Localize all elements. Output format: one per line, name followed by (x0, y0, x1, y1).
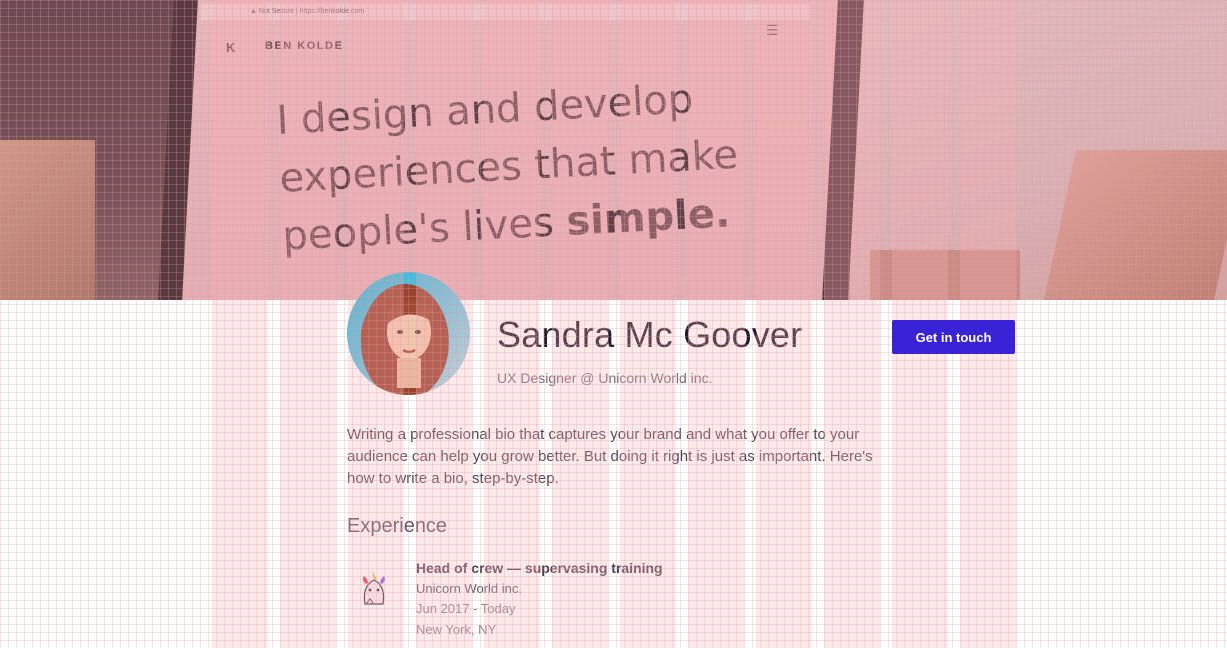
profile-name: Sandra Mc Goover (497, 314, 803, 355)
unicorn-logo-icon (358, 570, 390, 606)
experience-company: Unicorn World inc. (416, 581, 522, 596)
hero-image: ▲ Not Secure | https://benkolde.com K BE… (0, 0, 1227, 300)
hero-tint (0, 0, 1227, 300)
experience-role: Head of crew — supervasing training (416, 560, 663, 576)
experience-heading: Experience (347, 515, 448, 537)
avatar (347, 272, 470, 395)
avatar-portrait (361, 284, 449, 395)
get-in-touch-button[interactable]: Get in touch (892, 320, 1015, 354)
experience-dates: Jun 2017 - Today (416, 601, 516, 616)
profile-title: UX Designer @ Unicorn World inc. (497, 370, 713, 386)
profile-bio: Writing a professional bio that captures… (347, 426, 873, 487)
experience-location: New York, NY (416, 622, 497, 637)
